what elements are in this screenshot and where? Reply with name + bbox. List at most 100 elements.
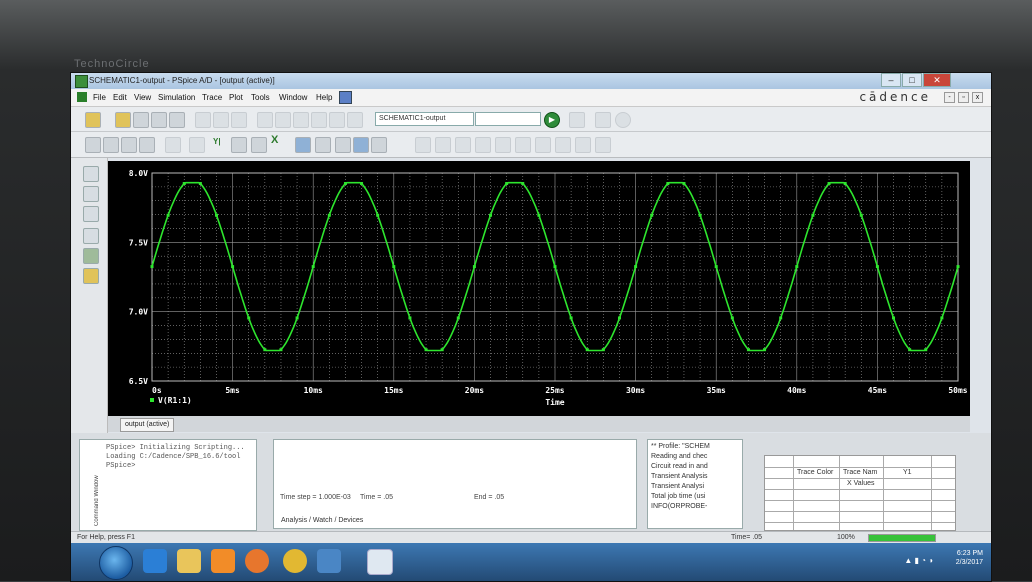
run-simulation-button[interactable]: ▶ bbox=[544, 112, 560, 128]
x-tick-label: 15ms bbox=[384, 386, 403, 395]
mdi-close-button[interactable]: x bbox=[972, 92, 983, 103]
menu-window[interactable]: Window bbox=[279, 93, 307, 102]
trace-marker bbox=[892, 316, 896, 320]
pdf-reader-icon[interactable] bbox=[317, 549, 341, 573]
delete-plot-button[interactable]: X bbox=[271, 134, 278, 146]
probe-icon[interactable] bbox=[329, 112, 345, 128]
paste-icon[interactable] bbox=[231, 112, 247, 128]
output-log[interactable]: ** Profile: "SCHEM Reading and chec Circ… bbox=[647, 439, 743, 529]
save-icon[interactable] bbox=[133, 112, 149, 128]
copy-icon[interactable] bbox=[213, 112, 229, 128]
menu-trace[interactable]: Trace bbox=[202, 93, 222, 102]
trace-marker bbox=[440, 348, 444, 352]
netlist-icon[interactable] bbox=[83, 186, 99, 202]
add-y-axis-button[interactable]: Y| bbox=[213, 137, 221, 146]
close-button[interactable]: ✕ bbox=[923, 73, 951, 87]
cursor-point-icon[interactable] bbox=[515, 137, 531, 153]
menu-simulation[interactable]: Simulation bbox=[158, 93, 195, 102]
cursor-slope-icon[interactable] bbox=[455, 137, 471, 153]
eval-measurement-icon[interactable] bbox=[315, 137, 331, 153]
firefox-icon[interactable] bbox=[245, 549, 269, 573]
simulation-status-pane: Time step = 1.000E-03 Time = .05 End = .… bbox=[273, 439, 637, 529]
open-icon[interactable] bbox=[115, 112, 131, 128]
menu-file[interactable]: File bbox=[93, 93, 106, 102]
log-line: ** Profile: "SCHEM bbox=[651, 443, 710, 450]
cursor-search-icon[interactable] bbox=[535, 137, 551, 153]
internet-explorer-icon[interactable] bbox=[143, 549, 167, 573]
log-line: Transient Analysi bbox=[651, 483, 705, 490]
cursor-icon[interactable] bbox=[293, 112, 309, 128]
command-window[interactable]: Command Window PSpice> Initializing Scri… bbox=[79, 439, 257, 531]
chrome-icon[interactable] bbox=[283, 549, 307, 573]
cursor-min-icon[interactable] bbox=[475, 137, 491, 153]
probe-settings-icon[interactable] bbox=[347, 112, 363, 128]
marker-window-icon[interactable] bbox=[83, 268, 99, 284]
cursor-next-icon[interactable] bbox=[555, 137, 571, 153]
cursor-max-icon[interactable] bbox=[495, 137, 511, 153]
tab-output-active[interactable]: output (active) bbox=[120, 418, 175, 432]
cut-icon[interactable] bbox=[195, 112, 211, 128]
command-line: PSpice> Initializing Scripting... bbox=[106, 444, 245, 452]
print-icon[interactable] bbox=[169, 112, 185, 128]
tab-watch[interactable]: Watch bbox=[313, 517, 333, 524]
minimize-button[interactable]: – bbox=[881, 73, 901, 87]
simulation-profile-select[interactable]: SCHEMATIC1-output bbox=[375, 112, 474, 126]
log-x-icon[interactable] bbox=[165, 137, 181, 153]
menu-view[interactable]: View bbox=[134, 93, 151, 102]
mark-label-icon[interactable] bbox=[371, 137, 387, 153]
cursor-peak-icon[interactable] bbox=[415, 137, 431, 153]
zoom-in-icon[interactable] bbox=[85, 137, 101, 153]
undo-icon[interactable] bbox=[257, 112, 273, 128]
probe-cursor-table[interactable]: Trace Color Trace Nam Y1 X Values bbox=[764, 455, 956, 531]
time-step: Time step = 1.000E-03 bbox=[280, 494, 351, 501]
pause-icon[interactable] bbox=[569, 112, 585, 128]
toolbar-plot: Y| X bbox=[71, 132, 991, 158]
menu-edit[interactable]: Edit bbox=[113, 93, 127, 102]
fft-icon[interactable] bbox=[231, 137, 247, 153]
menu-tools[interactable]: Tools bbox=[251, 93, 270, 102]
new-icon[interactable] bbox=[85, 112, 101, 128]
zoom-area-icon[interactable] bbox=[121, 137, 137, 153]
tab-devices[interactable]: Devices bbox=[338, 517, 363, 524]
start-button[interactable] bbox=[99, 546, 133, 580]
clock[interactable]: 6:23 PM 2/3/2017 bbox=[956, 549, 983, 567]
redo-icon[interactable] bbox=[275, 112, 291, 128]
marker-icon[interactable] bbox=[311, 112, 327, 128]
probe-window-icon[interactable] bbox=[83, 248, 99, 264]
axis-settings-icon[interactable] bbox=[189, 137, 205, 153]
x-tick-label: 20ms bbox=[465, 386, 484, 395]
add-plot-icon[interactable] bbox=[251, 137, 267, 153]
cursor-prev-icon[interactable] bbox=[575, 137, 591, 153]
add-trace-icon[interactable] bbox=[295, 137, 311, 153]
trace-marker bbox=[198, 182, 202, 186]
document-icon[interactable] bbox=[77, 92, 87, 102]
cursor-trough-icon[interactable] bbox=[435, 137, 451, 153]
menu-help[interactable]: Help bbox=[316, 93, 332, 102]
file-explorer-icon[interactable] bbox=[177, 549, 201, 573]
system-tray-icons[interactable]: ▲ ▮ ◔ ◑ bbox=[904, 556, 933, 565]
tab-analysis[interactable]: Analysis bbox=[281, 517, 307, 524]
pspice-taskbar-icon[interactable] bbox=[367, 549, 393, 575]
output-file-icon[interactable] bbox=[83, 206, 99, 222]
media-player-icon[interactable] bbox=[211, 549, 235, 573]
profile-extra-field[interactable] bbox=[475, 112, 541, 126]
waveform-plot[interactable]: 0s 5ms 10ms 15ms 20ms 25ms 30ms 35ms 40ms 45ms 50m… bbox=[108, 161, 970, 416]
log-line: Reading and chec bbox=[651, 453, 708, 460]
toggle-cursor-icon[interactable] bbox=[353, 137, 369, 153]
stop-icon[interactable] bbox=[595, 112, 611, 128]
mdi-minimize-button[interactable]: - bbox=[944, 92, 955, 103]
legend-marker bbox=[150, 398, 154, 402]
help-icon[interactable] bbox=[339, 91, 352, 104]
trace-marker bbox=[214, 213, 218, 217]
label-text-icon[interactable] bbox=[335, 137, 351, 153]
project-icon[interactable] bbox=[83, 166, 99, 182]
zoom-out-icon[interactable] bbox=[103, 137, 119, 153]
mdi-restore-button[interactable]: ▫ bbox=[958, 92, 969, 103]
simulation-settings-icon[interactable] bbox=[83, 228, 99, 244]
settings-icon[interactable] bbox=[615, 112, 631, 128]
cursor-mark-icon[interactable] bbox=[595, 137, 611, 153]
zoom-fit-icon[interactable] bbox=[139, 137, 155, 153]
maximize-button[interactable]: □ bbox=[902, 73, 922, 87]
menu-plot[interactable]: Plot bbox=[229, 93, 243, 102]
print-preview-icon[interactable] bbox=[151, 112, 167, 128]
